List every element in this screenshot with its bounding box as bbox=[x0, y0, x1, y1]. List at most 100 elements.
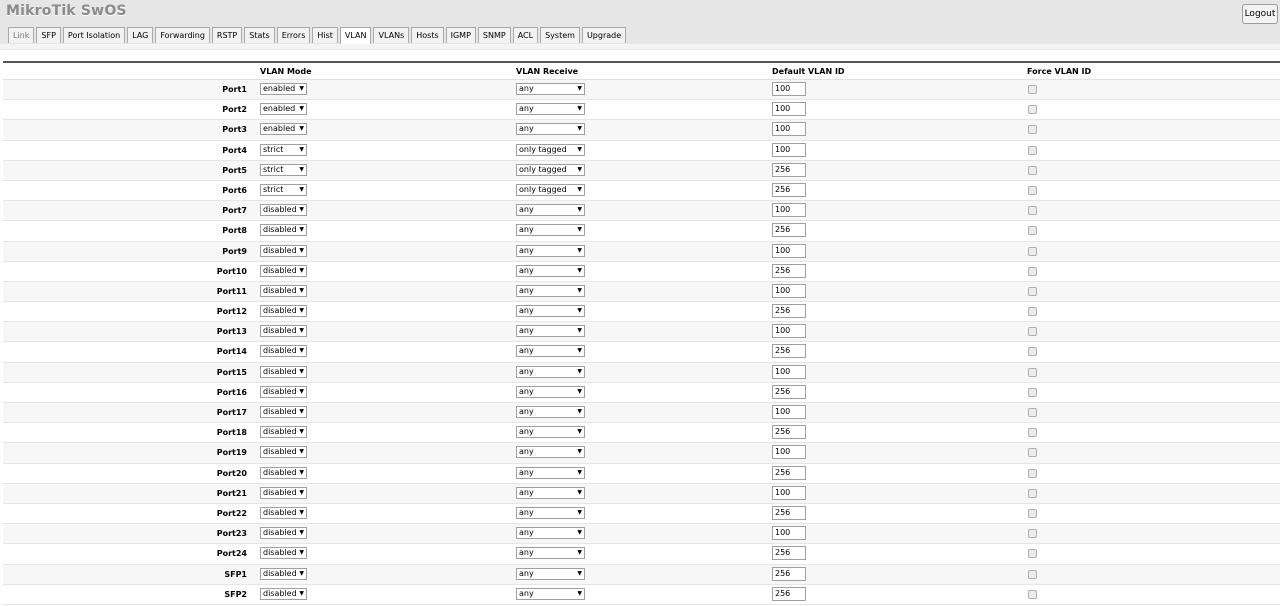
force-vlan-id-checkbox[interactable] bbox=[1028, 569, 1037, 579]
vlan-mode-select[interactable]: disabled ▼ bbox=[260, 567, 307, 580]
tab-igmp[interactable]: IGMP bbox=[445, 27, 476, 43]
default-vlan-id-input[interactable]: 100 bbox=[772, 203, 806, 218]
default-vlan-id-input[interactable]: 100 bbox=[772, 102, 806, 117]
vlan-receive-select[interactable]: any ▼ bbox=[516, 587, 585, 600]
default-vlan-id-input[interactable]: 256 bbox=[772, 384, 806, 399]
default-vlan-id-input[interactable]: 256 bbox=[772, 182, 806, 197]
vlan-receive-select[interactable]: any ▼ bbox=[516, 284, 585, 297]
force-vlan-id-checkbox[interactable] bbox=[1028, 246, 1037, 256]
vlan-receive-select[interactable]: any ▼ bbox=[516, 385, 585, 398]
force-vlan-id-checkbox[interactable] bbox=[1028, 428, 1037, 438]
default-vlan-id-input[interactable]: 256 bbox=[772, 465, 806, 480]
vlan-mode-select[interactable]: disabled ▼ bbox=[260, 506, 307, 519]
vlan-receive-select[interactable]: any ▼ bbox=[516, 466, 585, 479]
tab-rstp[interactable]: RSTP bbox=[211, 27, 243, 43]
tab-hist[interactable]: Hist bbox=[312, 27, 338, 43]
vlan-receive-select[interactable]: any ▼ bbox=[516, 244, 585, 257]
default-vlan-id-input[interactable]: 100 bbox=[772, 445, 806, 460]
default-vlan-id-input[interactable]: 256 bbox=[772, 505, 806, 520]
vlan-mode-select[interactable]: disabled ▼ bbox=[260, 365, 307, 378]
force-vlan-id-checkbox[interactable] bbox=[1028, 145, 1037, 155]
force-vlan-id-checkbox[interactable] bbox=[1028, 549, 1037, 559]
force-vlan-id-checkbox[interactable] bbox=[1028, 307, 1037, 317]
default-vlan-id-input[interactable]: 100 bbox=[772, 142, 806, 157]
vlan-mode-select[interactable]: disabled ▼ bbox=[260, 406, 307, 418]
tab-upgrade[interactable]: Upgrade bbox=[581, 27, 627, 43]
vlan-mode-select[interactable]: disabled ▼ bbox=[260, 325, 307, 338]
vlan-mode-select[interactable]: disabled ▼ bbox=[260, 446, 307, 459]
vlan-receive-select[interactable]: any ▼ bbox=[516, 527, 585, 540]
force-vlan-id-checkbox[interactable] bbox=[1028, 488, 1037, 498]
vlan-mode-select[interactable]: enabled ▼ bbox=[260, 83, 307, 95]
vlan-receive-select[interactable]: only tagged ▼ bbox=[516, 143, 585, 156]
vlan-mode-select[interactable]: disabled ▼ bbox=[260, 527, 307, 540]
vlan-receive-select[interactable]: any ▼ bbox=[516, 345, 585, 358]
default-vlan-id-input[interactable]: 100 bbox=[772, 405, 806, 419]
default-vlan-id-input[interactable]: 256 bbox=[772, 566, 806, 581]
force-vlan-id-checkbox[interactable] bbox=[1028, 347, 1037, 357]
default-vlan-id-input[interactable]: 256 bbox=[772, 304, 806, 319]
vlan-mode-select[interactable]: enabled ▼ bbox=[260, 123, 307, 136]
vlan-mode-select[interactable]: disabled ▼ bbox=[260, 547, 307, 560]
force-vlan-id-checkbox[interactable] bbox=[1028, 327, 1037, 337]
vlan-receive-select[interactable]: any ▼ bbox=[516, 325, 585, 338]
vlan-mode-select[interactable]: disabled ▼ bbox=[260, 204, 307, 217]
vlan-mode-select[interactable]: disabled ▼ bbox=[260, 486, 307, 499]
tab-system[interactable]: System bbox=[540, 27, 580, 43]
default-vlan-id-input[interactable]: 100 bbox=[772, 82, 806, 96]
default-vlan-id-input[interactable]: 100 bbox=[772, 243, 806, 258]
tab-snmp[interactable]: SNMP bbox=[477, 27, 511, 43]
vlan-receive-select[interactable]: any ▼ bbox=[516, 506, 585, 519]
default-vlan-id-input[interactable]: 100 bbox=[772, 526, 806, 541]
vlan-mode-select[interactable]: disabled ▼ bbox=[260, 264, 307, 277]
tab-acl[interactable]: ACL bbox=[512, 27, 539, 43]
default-vlan-id-input[interactable]: 100 bbox=[772, 122, 806, 137]
vlan-mode-select[interactable]: disabled ▼ bbox=[260, 284, 307, 297]
force-vlan-id-checkbox[interactable] bbox=[1028, 589, 1037, 599]
default-vlan-id-input[interactable]: 256 bbox=[772, 223, 806, 238]
vlan-mode-select[interactable]: disabled ▼ bbox=[260, 244, 307, 257]
vlan-receive-select[interactable]: any ▼ bbox=[516, 486, 585, 499]
vlan-mode-select[interactable]: disabled ▼ bbox=[260, 466, 307, 479]
tab-errors[interactable]: Errors bbox=[276, 27, 311, 43]
vlan-receive-select[interactable]: any ▼ bbox=[516, 365, 585, 378]
tab-forwarding[interactable]: Forwarding bbox=[155, 27, 210, 43]
force-vlan-id-checkbox[interactable] bbox=[1028, 185, 1037, 195]
force-vlan-id-checkbox[interactable] bbox=[1028, 105, 1037, 115]
vlan-mode-select[interactable]: disabled ▼ bbox=[260, 385, 307, 398]
vlan-mode-select[interactable]: disabled ▼ bbox=[260, 224, 307, 237]
default-vlan-id-input[interactable]: 256 bbox=[772, 425, 806, 440]
vlan-receive-select[interactable]: any ▼ bbox=[516, 83, 585, 95]
tab-sfp[interactable]: SFP bbox=[36, 27, 61, 43]
vlan-receive-select[interactable]: any ▼ bbox=[516, 103, 585, 116]
force-vlan-id-checkbox[interactable] bbox=[1028, 387, 1037, 397]
force-vlan-id-checkbox[interactable] bbox=[1028, 468, 1037, 478]
force-vlan-id-checkbox[interactable] bbox=[1028, 529, 1037, 539]
default-vlan-id-input[interactable]: 256 bbox=[772, 263, 806, 278]
tab-link[interactable]: Link bbox=[8, 27, 35, 43]
force-vlan-id-checkbox[interactable] bbox=[1028, 206, 1037, 216]
default-vlan-id-input[interactable]: 256 bbox=[772, 344, 806, 359]
force-vlan-id-checkbox[interactable] bbox=[1028, 408, 1037, 417]
tab-stats[interactable]: Stats bbox=[244, 27, 275, 43]
vlan-receive-select[interactable]: any ▼ bbox=[516, 123, 585, 136]
vlan-mode-select[interactable]: strict ▼ bbox=[260, 163, 307, 176]
default-vlan-id-input[interactable]: 256 bbox=[772, 546, 806, 561]
vlan-receive-select[interactable]: any ▼ bbox=[516, 406, 585, 418]
force-vlan-id-checkbox[interactable] bbox=[1028, 266, 1037, 276]
force-vlan-id-checkbox[interactable] bbox=[1028, 286, 1037, 296]
vlan-mode-select[interactable]: strict ▼ bbox=[260, 183, 307, 196]
vlan-receive-select[interactable]: only tagged ▼ bbox=[516, 163, 585, 176]
vlan-receive-select[interactable]: any ▼ bbox=[516, 224, 585, 237]
logout-button[interactable]: Logout bbox=[1242, 4, 1278, 24]
default-vlan-id-input[interactable]: 256 bbox=[772, 586, 806, 601]
force-vlan-id-checkbox[interactable] bbox=[1028, 85, 1037, 94]
vlan-mode-select[interactable]: disabled ▼ bbox=[260, 305, 307, 318]
default-vlan-id-input[interactable]: 100 bbox=[772, 283, 806, 298]
tab-vlans[interactable]: VLANs bbox=[373, 27, 410, 43]
vlan-receive-select[interactable]: only tagged ▼ bbox=[516, 183, 585, 196]
default-vlan-id-input[interactable]: 100 bbox=[772, 324, 806, 339]
vlan-receive-select[interactable]: any ▼ bbox=[516, 446, 585, 459]
default-vlan-id-input[interactable]: 256 bbox=[772, 162, 806, 177]
vlan-mode-select[interactable]: disabled ▼ bbox=[260, 587, 307, 600]
